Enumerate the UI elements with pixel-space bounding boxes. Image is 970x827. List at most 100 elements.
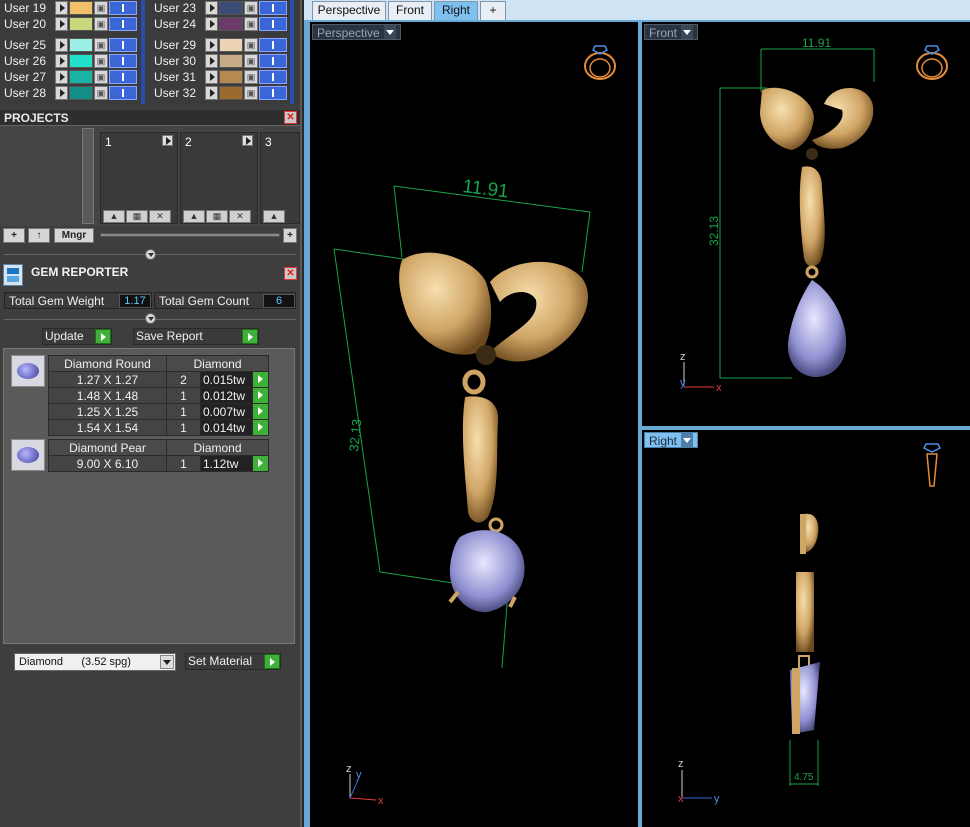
visibility-toggle[interactable] xyxy=(109,70,137,84)
user-layer-row[interactable]: User 31 ▣ xyxy=(150,69,296,85)
material-select[interactable]: Diamond (3.52 spg) xyxy=(14,653,176,671)
save-icon[interactable]: ▦ xyxy=(206,210,228,223)
play-icon[interactable] xyxy=(55,38,68,52)
visibility-toggle[interactable] xyxy=(259,1,287,15)
lock-icon[interactable]: ▣ xyxy=(244,54,258,68)
play-icon[interactable] xyxy=(55,1,68,15)
visibility-toggle[interactable] xyxy=(259,54,287,68)
table-row[interactable]: 1.54 X 1.54 1 0.014tw xyxy=(48,419,269,436)
lock-icon[interactable]: ▣ xyxy=(244,86,258,100)
play-icon[interactable] xyxy=(252,403,269,420)
ring-icon[interactable] xyxy=(916,45,948,80)
layer-color-swatch[interactable] xyxy=(69,38,93,52)
table-row[interactable]: 1.48 X 1.48 1 0.012tw xyxy=(48,387,269,404)
play-icon[interactable] xyxy=(95,329,111,344)
lock-icon[interactable]: ▣ xyxy=(94,1,108,15)
play-icon[interactable] xyxy=(205,17,218,31)
layer-color-swatch[interactable] xyxy=(69,54,93,68)
play-icon[interactable] xyxy=(55,54,68,68)
play-icon[interactable] xyxy=(242,135,253,146)
play-icon[interactable] xyxy=(205,70,218,84)
table-row[interactable]: 9.00 X 6.10 1 1.12tw xyxy=(48,455,269,472)
lock-icon[interactable]: ▣ xyxy=(94,54,108,68)
visibility-toggle[interactable] xyxy=(109,86,137,100)
chevron-down-icon[interactable] xyxy=(160,655,174,669)
close-icon[interactable]: ✕ xyxy=(284,267,297,280)
delete-icon[interactable]: ✕ xyxy=(149,210,171,223)
ring-icon[interactable] xyxy=(584,45,616,80)
table-row[interactable]: 1.27 X 1.27 2 0.015tw xyxy=(48,371,269,388)
user-layer-row[interactable]: User 25 ▣ xyxy=(0,37,146,53)
user-layer-row[interactable]: User 26 ▣ xyxy=(0,53,146,69)
layer-color-swatch[interactable] xyxy=(69,70,93,84)
viewport-right[interactable]: Right 4.75 z y x xyxy=(642,430,970,827)
tab-perspective[interactable]: Perspective xyxy=(312,1,386,20)
visibility-toggle[interactable] xyxy=(109,1,137,15)
visibility-toggle[interactable] xyxy=(109,38,137,52)
layer-color-swatch[interactable] xyxy=(69,17,93,31)
layer-color-swatch[interactable] xyxy=(219,1,243,15)
set-material-button[interactable]: Set Material xyxy=(185,653,281,670)
add-project-button[interactable]: + xyxy=(3,228,25,243)
project-slot[interactable]: 1 ▲ ▦ ✕ xyxy=(100,132,178,224)
layer-color-swatch[interactable] xyxy=(69,1,93,15)
layer-color-swatch[interactable] xyxy=(219,38,243,52)
play-icon[interactable] xyxy=(252,387,269,404)
visibility-toggle[interactable] xyxy=(109,17,137,31)
collapse-icon[interactable] xyxy=(145,249,156,260)
layer-color-swatch[interactable] xyxy=(69,86,93,100)
viewport-perspective[interactable]: Perspective 11.91 32.13 z y x xyxy=(310,22,638,827)
projects-scrollbar[interactable] xyxy=(82,128,94,224)
visibility-toggle[interactable] xyxy=(259,70,287,84)
play-icon[interactable] xyxy=(205,86,218,100)
delete-icon[interactable]: ✕ xyxy=(229,210,251,223)
lock-icon[interactable]: ▣ xyxy=(94,17,108,31)
add-tab-button[interactable]: + xyxy=(480,1,506,20)
move-up-button[interactable]: ↑ xyxy=(28,228,50,243)
table-row[interactable]: 1.25 X 1.25 1 0.007tw xyxy=(48,403,269,420)
user-layer-row[interactable]: User 24 ▣ xyxy=(150,16,296,32)
lock-icon[interactable]: ▣ xyxy=(244,38,258,52)
pendant-side-icon[interactable] xyxy=(922,443,942,487)
lock-icon[interactable]: ▣ xyxy=(94,38,108,52)
zoom-in-button[interactable]: + xyxy=(283,228,297,243)
update-button[interactable]: Update xyxy=(42,328,112,345)
play-icon[interactable] xyxy=(55,86,68,100)
user-layer-row[interactable]: User 30 ▣ xyxy=(150,53,296,69)
save-icon[interactable]: ▦ xyxy=(126,210,148,223)
up-icon[interactable]: ▲ xyxy=(263,210,285,223)
close-icon[interactable]: ✕ xyxy=(284,111,297,124)
layer-color-swatch[interactable] xyxy=(219,70,243,84)
play-icon[interactable] xyxy=(205,54,218,68)
play-icon[interactable] xyxy=(252,371,269,388)
user-layer-row[interactable]: User 20 ▣ xyxy=(0,16,146,32)
user-layer-row[interactable]: User 23 ▣ xyxy=(150,0,296,16)
tab-right[interactable]: Right xyxy=(434,1,478,20)
user-layer-row[interactable]: User 32 ▣ xyxy=(150,85,296,101)
play-icon[interactable] xyxy=(242,329,258,344)
viewport-front[interactable]: Front 11.91 32.13 z y x xyxy=(642,22,970,426)
play-icon[interactable] xyxy=(55,70,68,84)
up-icon[interactable]: ▲ xyxy=(103,210,125,223)
visibility-toggle[interactable] xyxy=(259,38,287,52)
visibility-toggle[interactable] xyxy=(259,17,287,31)
lock-icon[interactable]: ▣ xyxy=(94,86,108,100)
play-icon[interactable] xyxy=(264,654,280,669)
manager-button[interactable]: Mngr xyxy=(54,228,94,243)
project-slot[interactable]: 2 ▲ ▦ ✕ xyxy=(180,132,258,224)
play-icon[interactable] xyxy=(162,135,173,146)
play-icon[interactable] xyxy=(205,38,218,52)
collapse-icon[interactable] xyxy=(145,313,156,324)
visibility-toggle[interactable] xyxy=(259,86,287,100)
lock-icon[interactable]: ▣ xyxy=(244,1,258,15)
project-slot[interactable]: 3 ▲ xyxy=(260,132,300,224)
play-icon[interactable] xyxy=(252,419,269,436)
zoom-slider[interactable] xyxy=(100,233,280,237)
tab-front[interactable]: Front xyxy=(388,1,432,20)
play-icon[interactable] xyxy=(55,17,68,31)
lock-icon[interactable]: ▣ xyxy=(244,17,258,31)
lock-icon[interactable]: ▣ xyxy=(94,70,108,84)
layer-color-swatch[interactable] xyxy=(219,17,243,31)
play-icon[interactable] xyxy=(205,1,218,15)
user-layer-row[interactable]: User 28 ▣ xyxy=(0,85,146,101)
